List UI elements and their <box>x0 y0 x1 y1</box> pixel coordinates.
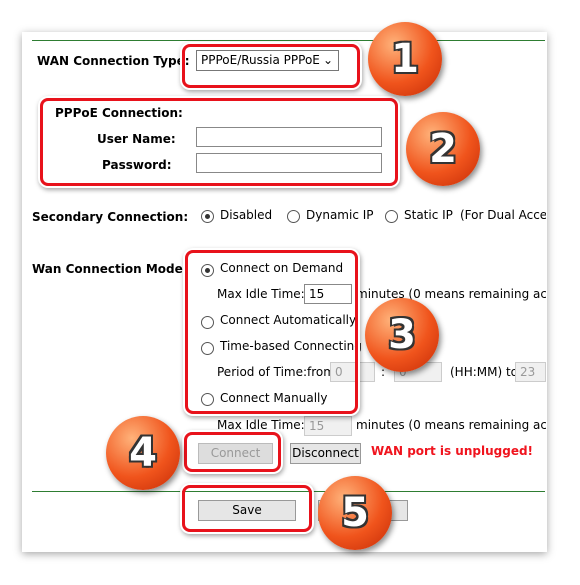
wan-status: WAN port is unplugged! <box>371 444 534 458</box>
manual-idle-note: minutes (0 means remaining active <box>356 418 546 432</box>
option-static-ip: Static IP <box>404 208 453 222</box>
callout-box-3 <box>185 250 358 414</box>
divider-top <box>32 40 545 41</box>
idle-note: minutes (0 means remaining active <box>356 287 546 301</box>
radio-disabled[interactable] <box>201 210 214 223</box>
wan-type-label: WAN Connection Type: <box>37 54 190 68</box>
callout-box-4 <box>184 432 281 472</box>
disconnect-button[interactable]: Disconnect <box>290 443 361 464</box>
mode-label: Wan Connection Mode: <box>32 262 188 276</box>
callout-number-2: 2 <box>406 112 480 186</box>
callout-box-1 <box>182 44 360 88</box>
dual-access-note: (For Dual Acces <box>460 208 546 222</box>
callout-number-1: 1 <box>368 22 442 96</box>
to-hour-input[interactable] <box>515 362 546 382</box>
option-dynamic-ip: Dynamic IP <box>306 208 374 222</box>
callout-number-5: 5 <box>318 476 392 550</box>
manual-idle-label: Max Idle Time: <box>217 418 305 432</box>
radio-dynamic-ip[interactable] <box>287 210 300 223</box>
callout-number-3: 3 <box>365 298 439 372</box>
option-disabled: Disabled <box>220 208 273 222</box>
secondary-label: Secondary Connection: <box>32 210 189 224</box>
callout-box-2 <box>40 98 398 186</box>
manual-idle-input[interactable] <box>304 416 352 436</box>
callout-box-5 <box>182 485 312 532</box>
radio-static-ip[interactable] <box>385 210 398 223</box>
callout-number-4: 4 <box>106 416 180 490</box>
hhmm-label: (HH:MM) to <box>450 365 519 379</box>
